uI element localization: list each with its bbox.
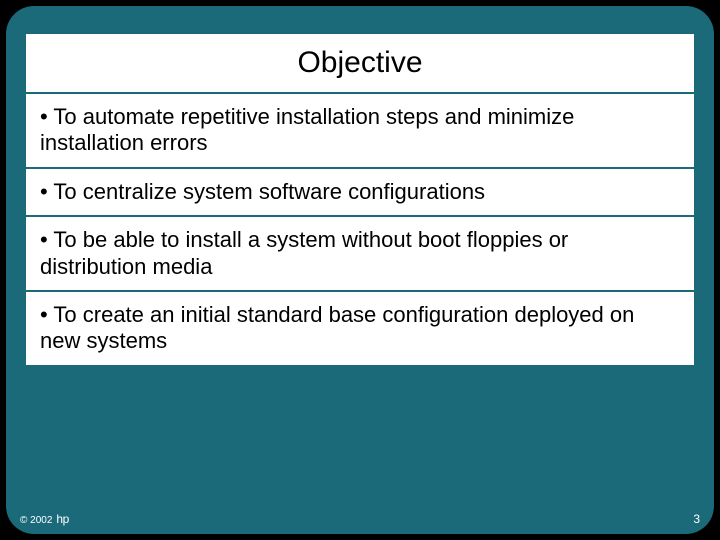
footer: © 2002 hp 3 [20,512,700,526]
slide: Objective • To automate repetitive insta… [6,6,714,534]
bullet-item: • To automate repetitive installation st… [26,94,694,167]
bullet-item: • To be able to install a system without… [26,217,694,290]
bullet-list: • To automate repetitive installation st… [6,94,714,365]
footer-left: © 2002 hp [20,512,69,526]
slide-title: Objective [26,46,694,80]
bullet-text: • To centralize system software configur… [40,179,680,205]
bullet-text: • To create an initial standard base con… [40,302,680,355]
logo-text: hp [56,512,68,526]
copyright-text: © 2002 [20,515,52,526]
title-box: Objective [26,34,694,92]
bullet-item: • To centralize system software configur… [26,169,694,215]
bullet-text: • To be able to install a system without… [40,227,680,280]
bullet-item: • To create an initial standard base con… [26,292,694,365]
page-number: 3 [693,512,700,526]
bullet-text: • To automate repetitive installation st… [40,104,680,157]
